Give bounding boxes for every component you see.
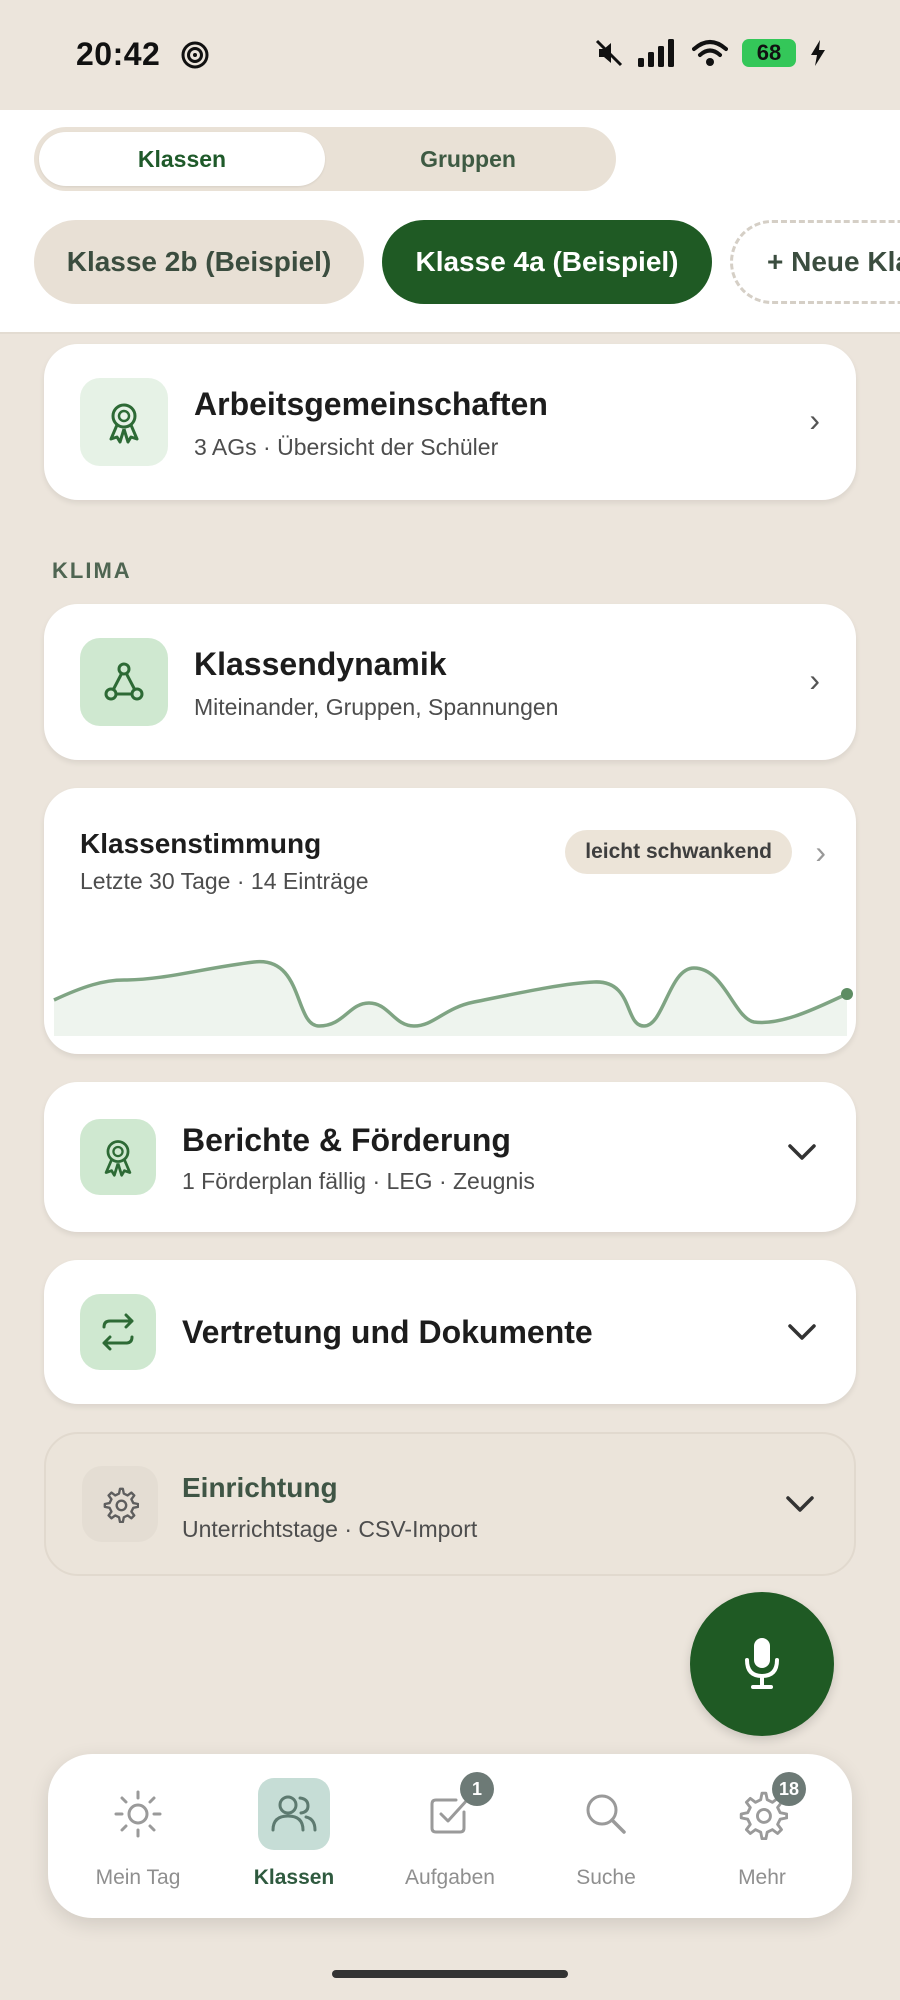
nav-label: Mehr — [738, 1866, 786, 1889]
card-klassendynamik[interactable]: Klassendynamik Miteinander, Gruppen, Spa… — [44, 604, 856, 760]
charging-icon — [811, 40, 825, 66]
header-divider — [0, 332, 900, 334]
network-icon — [80, 638, 168, 726]
card-einrichtung[interactable]: Einrichtung Unterrichtstage · CSV-Import — [44, 1432, 856, 1576]
chevron-right-icon: › — [809, 662, 820, 698]
status-time: 20:42 — [76, 36, 161, 72]
card-title: Klassenstimmung — [80, 828, 322, 859]
award-icon — [80, 378, 168, 466]
card-subtitle: Unterrichtstage · CSV-Import — [182, 1516, 478, 1542]
home-indicator — [332, 1970, 568, 1978]
nav-mehr[interactable]: 18 Mehr — [682, 1754, 842, 1918]
chevron-down-icon[interactable] — [784, 1494, 816, 1516]
people-icon — [258, 1778, 330, 1850]
card-title: Vertretung und Dokumente — [182, 1314, 593, 1350]
nav-badge: 18 — [772, 1772, 806, 1806]
segment-klassen[interactable]: Klassen — [39, 132, 325, 186]
card-arbeitsgemeinschaften[interactable]: Arbeitsgemeinschaften 3 AGs · Übersicht … — [44, 344, 856, 500]
section-label-klima: KLIMA — [52, 558, 132, 583]
card-title: Arbeitsgemeinschaften — [194, 386, 548, 422]
chip-klasse-4a[interactable]: Klasse 4a (Beispiel) — [382, 220, 712, 304]
status-icons: 68 — [594, 38, 826, 68]
nav-label: Mein Tag — [95, 1866, 181, 1889]
card-klassenstimmung[interactable]: Klassenstimmung Letzte 30 Tage · 14 Eint… — [44, 788, 856, 1054]
nav-label: Aufgaben — [405, 1866, 495, 1889]
spiral-icon — [181, 41, 209, 69]
nav-mein-tag[interactable]: Mein Tag — [58, 1754, 218, 1918]
wifi-icon — [692, 40, 728, 66]
voice-input-button[interactable] — [690, 1592, 834, 1736]
card-subtitle: Miteinander, Gruppen, Spannungen — [194, 694, 559, 720]
chevron-right-icon: › — [815, 834, 826, 870]
card-title: Berichte & Förderung — [182, 1122, 511, 1158]
nav-klassen[interactable]: Klassen — [214, 1754, 374, 1918]
gear-icon — [82, 1466, 158, 1542]
card-title: Einrichtung — [182, 1472, 338, 1503]
chevron-down-icon[interactable] — [786, 1322, 818, 1344]
card-subtitle: 3 AGs · Übersicht der Schüler — [194, 434, 499, 460]
battery-indicator: 68 — [742, 39, 796, 67]
signal-icon — [638, 39, 674, 67]
search-icon — [570, 1778, 642, 1850]
chevron-down-icon[interactable] — [786, 1142, 818, 1164]
mood-sparkline — [53, 960, 853, 1036]
swap-icon — [80, 1294, 156, 1370]
mood-badge: leicht schwankend — [565, 830, 792, 874]
chip-neue-klasse[interactable]: + Neue Kla — [730, 220, 900, 304]
sun-icon — [102, 1778, 174, 1850]
class-chips: Klasse 2b (Beispiel) Klasse 4a (Beispiel… — [34, 220, 900, 306]
card-subtitle: Letzte 30 Tage · 14 Einträge — [80, 868, 369, 894]
nav-suche[interactable]: Suche — [526, 1754, 686, 1918]
chip-klasse-2b[interactable]: Klasse 2b (Beispiel) — [34, 220, 364, 304]
chevron-right-icon: › — [809, 402, 820, 438]
microphone-icon — [745, 1638, 779, 1689]
nav-aufgaben[interactable]: 1 Aufgaben — [370, 1754, 530, 1918]
header: Klassen Gruppen Klasse 2b (Beispiel) Kla… — [0, 110, 900, 332]
card-vertretung-dokumente[interactable]: Vertretung und Dokumente — [44, 1260, 856, 1404]
card-subtitle: 1 Förderplan fällig · LEG · Zeugnis — [182, 1168, 535, 1194]
bottom-nav: Mein Tag Klassen 1 Aufgaben Suche 18 Meh… — [48, 1754, 852, 1918]
sparkline-area — [54, 961, 847, 1036]
segmented-control: Klassen Gruppen — [34, 127, 616, 191]
nav-badge: 1 — [460, 1772, 494, 1806]
nav-label: Klassen — [253, 1866, 335, 1889]
card-berichte-foerderung[interactable]: Berichte & Förderung 1 Förderplan fällig… — [44, 1082, 856, 1232]
segment-gruppen[interactable]: Gruppen — [325, 132, 611, 186]
status-bar: 20:42 68 — [0, 0, 900, 110]
award-icon — [80, 1119, 156, 1195]
card-title: Klassendynamik — [194, 646, 447, 682]
mute-icon — [595, 39, 623, 67]
sparkline-endpoint — [841, 988, 853, 1000]
nav-label: Suche — [576, 1866, 636, 1889]
